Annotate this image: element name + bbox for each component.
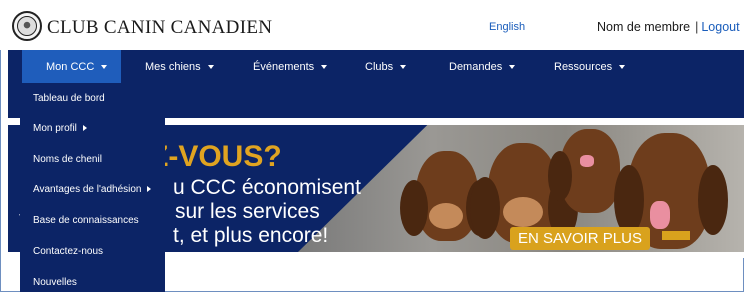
nav-item-mon-ccc[interactable]: Mon CCC	[22, 50, 121, 83]
puppy-1-snout	[429, 203, 463, 229]
menu-item-noms-de-chenil[interactable]: Noms de chenil	[20, 144, 165, 174]
puppy-4-collar	[662, 231, 690, 240]
separator: |	[695, 20, 699, 34]
menu-item-contactez-nous[interactable]: Contactez-nous	[20, 236, 165, 266]
caret-right-icon	[147, 186, 152, 192]
puppy-3-tongue	[580, 155, 594, 167]
nav-item-label: Demandes	[449, 60, 503, 73]
caret-right-icon	[82, 125, 87, 131]
menu-item-label: Contactez-nous	[33, 245, 104, 257]
logout-link[interactable]: Logout	[701, 20, 739, 34]
menu-item-mon-profil[interactable]: Mon profil	[20, 113, 165, 143]
member-area: Nom de membre | Logout	[597, 20, 740, 34]
site-header: CLUB CANIN CANADIEN English Nom de membr…	[0, 0, 744, 50]
caret-down-icon	[321, 64, 328, 69]
nav-item-label: Ressources	[554, 60, 613, 73]
language-link[interactable]: English	[489, 21, 525, 33]
nav-item-label: Événements	[253, 60, 315, 73]
menu-item-label: Tableau de bord	[33, 92, 105, 104]
puppy-2-ear	[470, 177, 500, 239]
nav-item-clubs[interactable]: Clubs	[365, 50, 407, 83]
puppy-4-ear	[614, 165, 644, 235]
nav-item-label: Mes chiens	[145, 60, 201, 73]
mon-ccc-dropdown-menu: Tableau de bord Mon profil Noms de cheni…	[20, 83, 165, 292]
banner-headline: Z-VOUS?	[150, 140, 282, 173]
puppy-2-snout	[503, 197, 543, 227]
menu-item-avantages[interactable]: Avantages de l'adhésion	[20, 174, 165, 204]
caret-down-icon	[400, 64, 407, 69]
brand-name[interactable]: CLUB CANIN CANADIEN	[47, 17, 272, 39]
nav-item-evenements[interactable]: Événements	[253, 50, 328, 83]
nav-item-demandes[interactable]: Demandes	[449, 50, 516, 83]
puppy-4-tongue	[650, 201, 670, 229]
nav-item-label: Clubs	[365, 60, 394, 73]
menu-item-label: Mon profil	[33, 122, 77, 134]
caret-down-icon	[619, 64, 626, 69]
menu-item-label: Noms de chenil	[33, 153, 102, 165]
nav-item-ressources[interactable]: Ressources	[554, 50, 626, 83]
menu-item-label: Base de connaissances	[33, 214, 139, 226]
puppy-1-ear	[400, 180, 428, 236]
caret-down-icon	[509, 64, 516, 69]
member-name[interactable]: Nom de membre	[597, 20, 690, 34]
puppy-3-ear	[548, 151, 572, 201]
club-crest-icon[interactable]	[12, 11, 42, 41]
caret-down-icon	[207, 64, 214, 69]
menu-item-nouvelles[interactable]: Nouvelles	[20, 267, 165, 292]
nav-item-mes-chiens[interactable]: Mes chiens	[145, 50, 214, 83]
nav-item-label: Mon CCC	[46, 60, 95, 73]
banner-line-2: sur les services	[175, 200, 320, 223]
menu-item-label: Avantages de l'adhésion	[33, 183, 142, 195]
puppy-4-ear	[698, 165, 728, 235]
learn-more-button[interactable]: EN SAVOIR PLUS	[510, 227, 650, 250]
menu-item-base-de-connaissances[interactable]: Base de connaissances	[20, 205, 165, 235]
caret-down-icon	[101, 64, 108, 69]
menu-item-tableau-de-bord[interactable]: Tableau de bord	[20, 83, 165, 113]
banner-line-1: u CCC économisent	[173, 176, 361, 199]
menu-item-label: Nouvelles	[33, 276, 77, 288]
banner-line-3: t, et plus encore!	[173, 224, 329, 247]
